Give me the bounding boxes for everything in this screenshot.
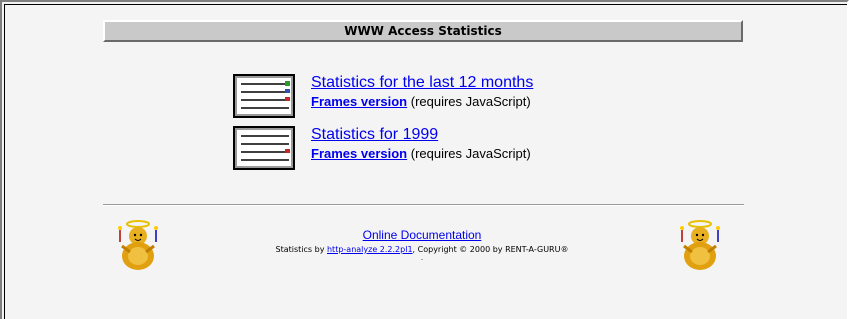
stat-subline: Frames version (requires JavaScript) bbox=[311, 94, 533, 110]
frames-note: (requires JavaScript) bbox=[410, 146, 531, 161]
stat-entry-12-months: Statistics for the last 12 months Frames… bbox=[233, 74, 533, 118]
rent-a-guru-mascot-icon[interactable] bbox=[114, 216, 162, 274]
frames-version-link[interactable]: Frames version bbox=[311, 146, 407, 161]
title-bar: WWW Access Statistics bbox=[103, 20, 743, 42]
page-frame: WWW Access Statistics Statistics for the… bbox=[0, 0, 849, 319]
stat-subline: Frames version (requires JavaScript) bbox=[311, 146, 531, 162]
frames-note: (requires JavaScript) bbox=[410, 94, 531, 109]
stat-text: Statistics for the last 12 months Frames… bbox=[311, 74, 533, 110]
footer-dot: . bbox=[420, 253, 424, 262]
online-documentation-link[interactable]: Online Documentation bbox=[363, 228, 482, 242]
rent-a-guru-mascot-icon[interactable] bbox=[676, 216, 724, 274]
credits-prefix: Statistics by bbox=[275, 245, 327, 254]
stats-report-icon[interactable] bbox=[233, 126, 295, 170]
stats-report-icon[interactable] bbox=[233, 74, 295, 118]
http-analyze-link[interactable]: http-analyze 2.2.2pl1 bbox=[327, 245, 413, 254]
credits-suffix: , Copyright © 2000 by RENT-A-GURU® bbox=[412, 245, 569, 254]
frames-version-link[interactable]: Frames version bbox=[311, 94, 407, 109]
stat-link-12-months[interactable]: Statistics for the last 12 months bbox=[311, 74, 533, 92]
stat-text: Statistics for 1999 Frames version (requ… bbox=[311, 126, 531, 162]
page-title: WWW Access Statistics bbox=[344, 24, 502, 38]
footer-divider bbox=[103, 204, 744, 206]
footer: Online Documentation Statistics by http-… bbox=[202, 226, 642, 262]
stat-entry-1999: Statistics for 1999 Frames version (requ… bbox=[233, 126, 531, 170]
stat-link-1999[interactable]: Statistics for 1999 bbox=[311, 126, 531, 144]
